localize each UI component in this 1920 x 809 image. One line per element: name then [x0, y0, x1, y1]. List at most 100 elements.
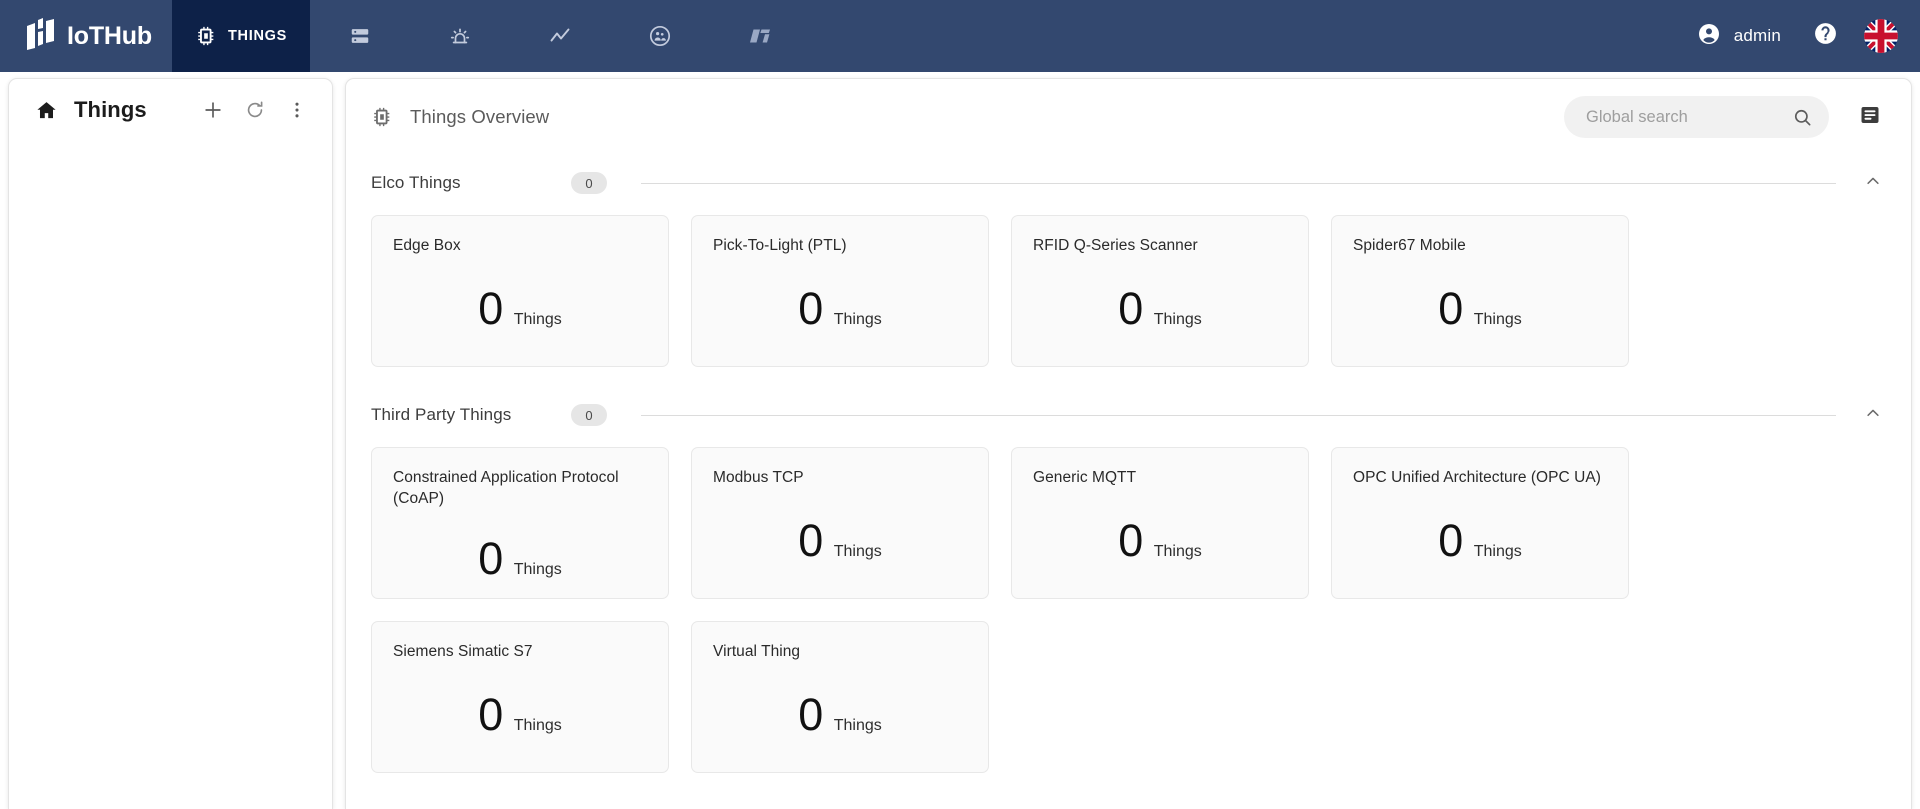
section-count-badge: 0	[571, 404, 607, 426]
thing-count-value: 0	[1118, 283, 1143, 334]
thing-count-unit: Things	[833, 717, 882, 734]
thing-card-title: Edge Box	[393, 237, 461, 254]
global-search[interactable]	[1564, 96, 1829, 138]
app-body: Things Things Overview Global search Elc…	[0, 72, 1920, 809]
thing-count-value: 0	[1438, 515, 1463, 566]
section-divider	[641, 182, 1836, 184]
brand-name: IoTHub	[67, 21, 152, 50]
thing-card-count: 0 Things	[1012, 286, 1308, 331]
tab-users[interactable]	[610, 0, 710, 72]
thing-count-value: 0	[478, 533, 503, 584]
section-count-badge: 0	[571, 172, 607, 194]
section-title: Third Party Things	[371, 405, 512, 424]
help-button[interactable]	[1797, 0, 1854, 72]
page-title: Things Overview	[410, 106, 550, 127]
thing-count-unit: Things	[1153, 543, 1202, 560]
language-selector[interactable]	[1864, 19, 1898, 53]
thing-card-count: 0 Things	[692, 286, 988, 331]
thing-card[interactable]: Siemens Simatic S7 0 Things	[371, 621, 669, 773]
thing-count-unit: Things	[1473, 311, 1522, 328]
iothub-logo-icon	[26, 17, 56, 56]
sidebar-panel: Things	[8, 78, 333, 809]
section-title: Elco Things	[371, 173, 461, 192]
section-header: Elco Things 0	[371, 155, 1886, 211]
uk-flag-icon	[1864, 19, 1898, 53]
thing-count-value: 0	[478, 689, 503, 740]
thing-card[interactable]: Edge Box 0 Things	[371, 215, 669, 367]
section-divider	[641, 414, 1836, 416]
thing-count-unit: Things	[513, 717, 562, 734]
more-vert-icon[interactable]	[284, 97, 310, 123]
thing-card-title: Pick-To-Light (PTL)	[713, 237, 847, 254]
thing-card-title: RFID Q-Series Scanner	[1033, 237, 1198, 254]
tab-devices[interactable]	[310, 0, 410, 72]
things-card-grid: Constrained Application Protocol (CoAP) …	[371, 443, 1886, 773]
thing-card-count: 0 Things	[372, 692, 668, 737]
main-header: Things Overview	[346, 79, 1911, 155]
refresh-button[interactable]	[242, 97, 268, 123]
section-elco-things: Elco Things 0 Edge Box 0 Things Pick-To-…	[371, 155, 1886, 367]
thing-card[interactable]: OPC Unified Architecture (OPC UA) 0 Thin…	[1331, 447, 1629, 599]
server-rack-icon	[349, 25, 371, 47]
chevron-up-icon	[1864, 172, 1882, 195]
thing-card[interactable]: RFID Q-Series Scanner 0 Things	[1011, 215, 1309, 367]
section-third-party-things: Third Party Things 0 Constrained Applica…	[371, 387, 1886, 773]
thing-card[interactable]: Modbus TCP 0 Things	[691, 447, 989, 599]
thing-count-unit: Things	[513, 561, 562, 578]
thing-card-title: Virtual Thing	[713, 643, 801, 660]
thing-card-title: Siemens Simatic S7	[393, 643, 533, 660]
add-button[interactable]	[200, 97, 226, 123]
section-collapse-toggle[interactable]	[1860, 402, 1886, 428]
thing-card[interactable]: Constrained Application Protocol (CoAP) …	[371, 447, 669, 599]
thing-count-unit: Things	[1153, 311, 1202, 328]
thing-count-unit: Things	[1473, 543, 1522, 560]
account-menu[interactable]: admin	[1681, 0, 1797, 72]
brand-logo[interactable]: IoTHub	[0, 0, 172, 72]
search-icon[interactable]	[1792, 107, 1813, 128]
chip-icon	[371, 106, 393, 128]
top-navigation-bar: IoTHub THINGS admin	[0, 0, 1920, 72]
thing-card[interactable]: Spider67 Mobile 0 Things	[1331, 215, 1629, 367]
thing-card-title: Constrained Application Protocol (CoAP)	[393, 469, 619, 508]
chevron-up-icon	[1864, 404, 1882, 427]
main-panel: Things Overview Global search Elco Thing…	[345, 78, 1912, 809]
thing-count-value: 0	[1118, 515, 1143, 566]
thing-count-value: 0	[798, 689, 823, 740]
thing-card[interactable]: Virtual Thing 0 Things	[691, 621, 989, 773]
thing-card-count: 0 Things	[372, 286, 668, 331]
sidebar-actions	[200, 97, 310, 123]
thing-count-value: 0	[1438, 283, 1463, 334]
thing-card-count: 0 Things	[692, 692, 988, 737]
thing-card[interactable]: Generic MQTT 0 Things	[1011, 447, 1309, 599]
thing-count-unit: Things	[833, 311, 882, 328]
alarm-light-icon	[448, 24, 472, 48]
help-circle-icon	[1813, 21, 1838, 51]
thing-card-count: 0 Things	[372, 536, 668, 581]
home-icon[interactable]	[35, 99, 58, 122]
tab-things[interactable]: THINGS	[172, 0, 310, 72]
thing-count-unit: Things	[833, 543, 882, 560]
tab-alarms[interactable]	[410, 0, 510, 72]
topbar-right-actions: admin	[1681, 0, 1920, 72]
list-view-icon	[1858, 103, 1882, 132]
tab-analytics[interactable]	[510, 0, 610, 72]
thing-card-count: 0 Things	[692, 518, 988, 563]
thing-card[interactable]: Pick-To-Light (PTL) 0 Things	[691, 215, 989, 367]
thing-count-value: 0	[478, 283, 503, 334]
chip-icon	[195, 25, 217, 47]
list-view-button[interactable]	[1855, 102, 1885, 132]
thing-card-title: OPC Unified Architecture (OPC UA)	[1353, 469, 1601, 486]
thing-card-title: Modbus TCP	[713, 469, 804, 486]
things-overview-body: Elco Things 0 Edge Box 0 Things Pick-To-…	[346, 155, 1911, 809]
trending-line-icon	[548, 24, 572, 48]
account-circle-icon	[1697, 22, 1721, 51]
people-group-icon	[648, 24, 672, 48]
thing-card-count: 0 Things	[1332, 518, 1628, 563]
tab-integrations[interactable]	[710, 0, 810, 72]
top-nav-tabs: THINGS	[172, 0, 810, 72]
thing-card-title: Spider67 Mobile	[1353, 237, 1466, 254]
search-input[interactable]	[1586, 107, 1784, 127]
section-collapse-toggle[interactable]	[1860, 170, 1886, 196]
thing-count-unit: Things	[513, 311, 562, 328]
